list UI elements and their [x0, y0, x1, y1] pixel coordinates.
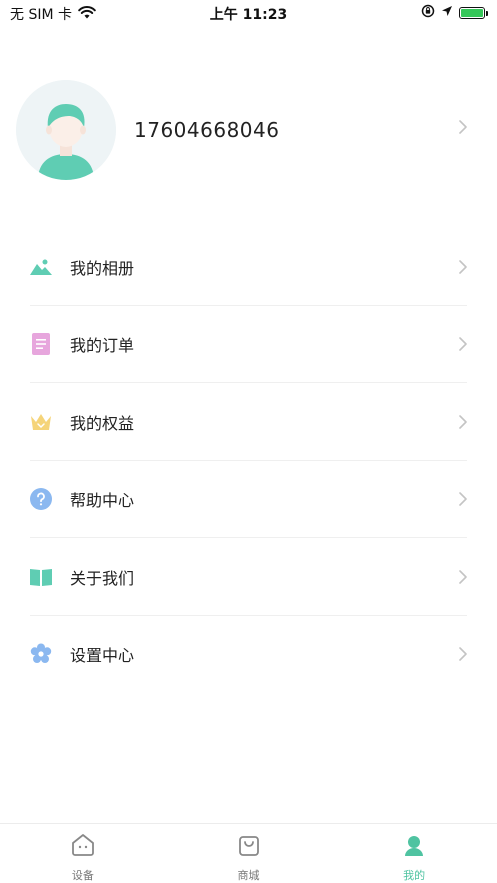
bottom-tab-bar: 设备 商城 我的	[0, 823, 497, 883]
crown-icon	[30, 411, 52, 433]
tab-label: 设备	[71, 869, 94, 882]
menu-item-album[interactable]: 我的相册	[0, 228, 497, 306]
user-phone-number: 17604668046	[134, 118, 280, 142]
menu-item-label: 帮助中心	[70, 491, 135, 511]
status-bar: 无 SIM 卡 上午 11:23	[0, 0, 497, 26]
chevron-right-icon[interactable]	[459, 120, 467, 134]
menu-item-label: 我的权益	[70, 413, 135, 433]
shop-icon	[237, 833, 261, 861]
menu-item-benefits[interactable]: 我的权益	[0, 383, 497, 461]
rotation-lock-icon	[421, 4, 435, 22]
menu-item-about[interactable]: 关于我们	[0, 538, 497, 616]
tab-label: 我的	[403, 869, 426, 882]
menu-item-label: 我的订单	[70, 336, 135, 356]
chevron-right-icon	[459, 259, 467, 274]
order-icon	[30, 333, 52, 356]
avatar-illustration	[16, 80, 116, 180]
chevron-right-icon	[459, 647, 467, 662]
tab-shop[interactable]: 商城	[166, 824, 332, 883]
location-icon	[441, 5, 453, 21]
device-icon	[70, 833, 96, 861]
chevron-right-icon	[459, 414, 467, 429]
chevron-right-icon	[459, 337, 467, 352]
menu-item-label: 我的相册	[70, 258, 135, 278]
menu-item-label: 关于我们	[70, 568, 135, 588]
status-right	[421, 4, 488, 22]
avatar[interactable]	[16, 80, 116, 180]
profile-icon	[402, 833, 426, 861]
chevron-right-icon	[459, 492, 467, 507]
menu-item-label: 设置中心	[70, 646, 135, 666]
book-icon	[30, 566, 52, 588]
tab-device[interactable]: 设备	[0, 824, 166, 883]
settings-icon	[30, 643, 52, 665]
menu-item-help[interactable]: 帮助中心	[0, 461, 497, 538]
profile-header[interactable]: 17604668046	[0, 80, 497, 184]
menu-item-settings[interactable]: 设置中心	[0, 616, 497, 694]
menu-item-orders[interactable]: 我的订单	[0, 306, 497, 383]
menu-list: 我的相册 我的订单 我的权益 帮助中心 关于我们 设置中心	[0, 228, 497, 693]
album-icon	[30, 256, 52, 278]
help-icon	[30, 488, 52, 511]
tab-label: 商城	[237, 869, 260, 882]
battery-icon	[459, 7, 488, 19]
chevron-right-icon	[459, 569, 467, 584]
tab-profile[interactable]: 我的	[331, 824, 497, 883]
